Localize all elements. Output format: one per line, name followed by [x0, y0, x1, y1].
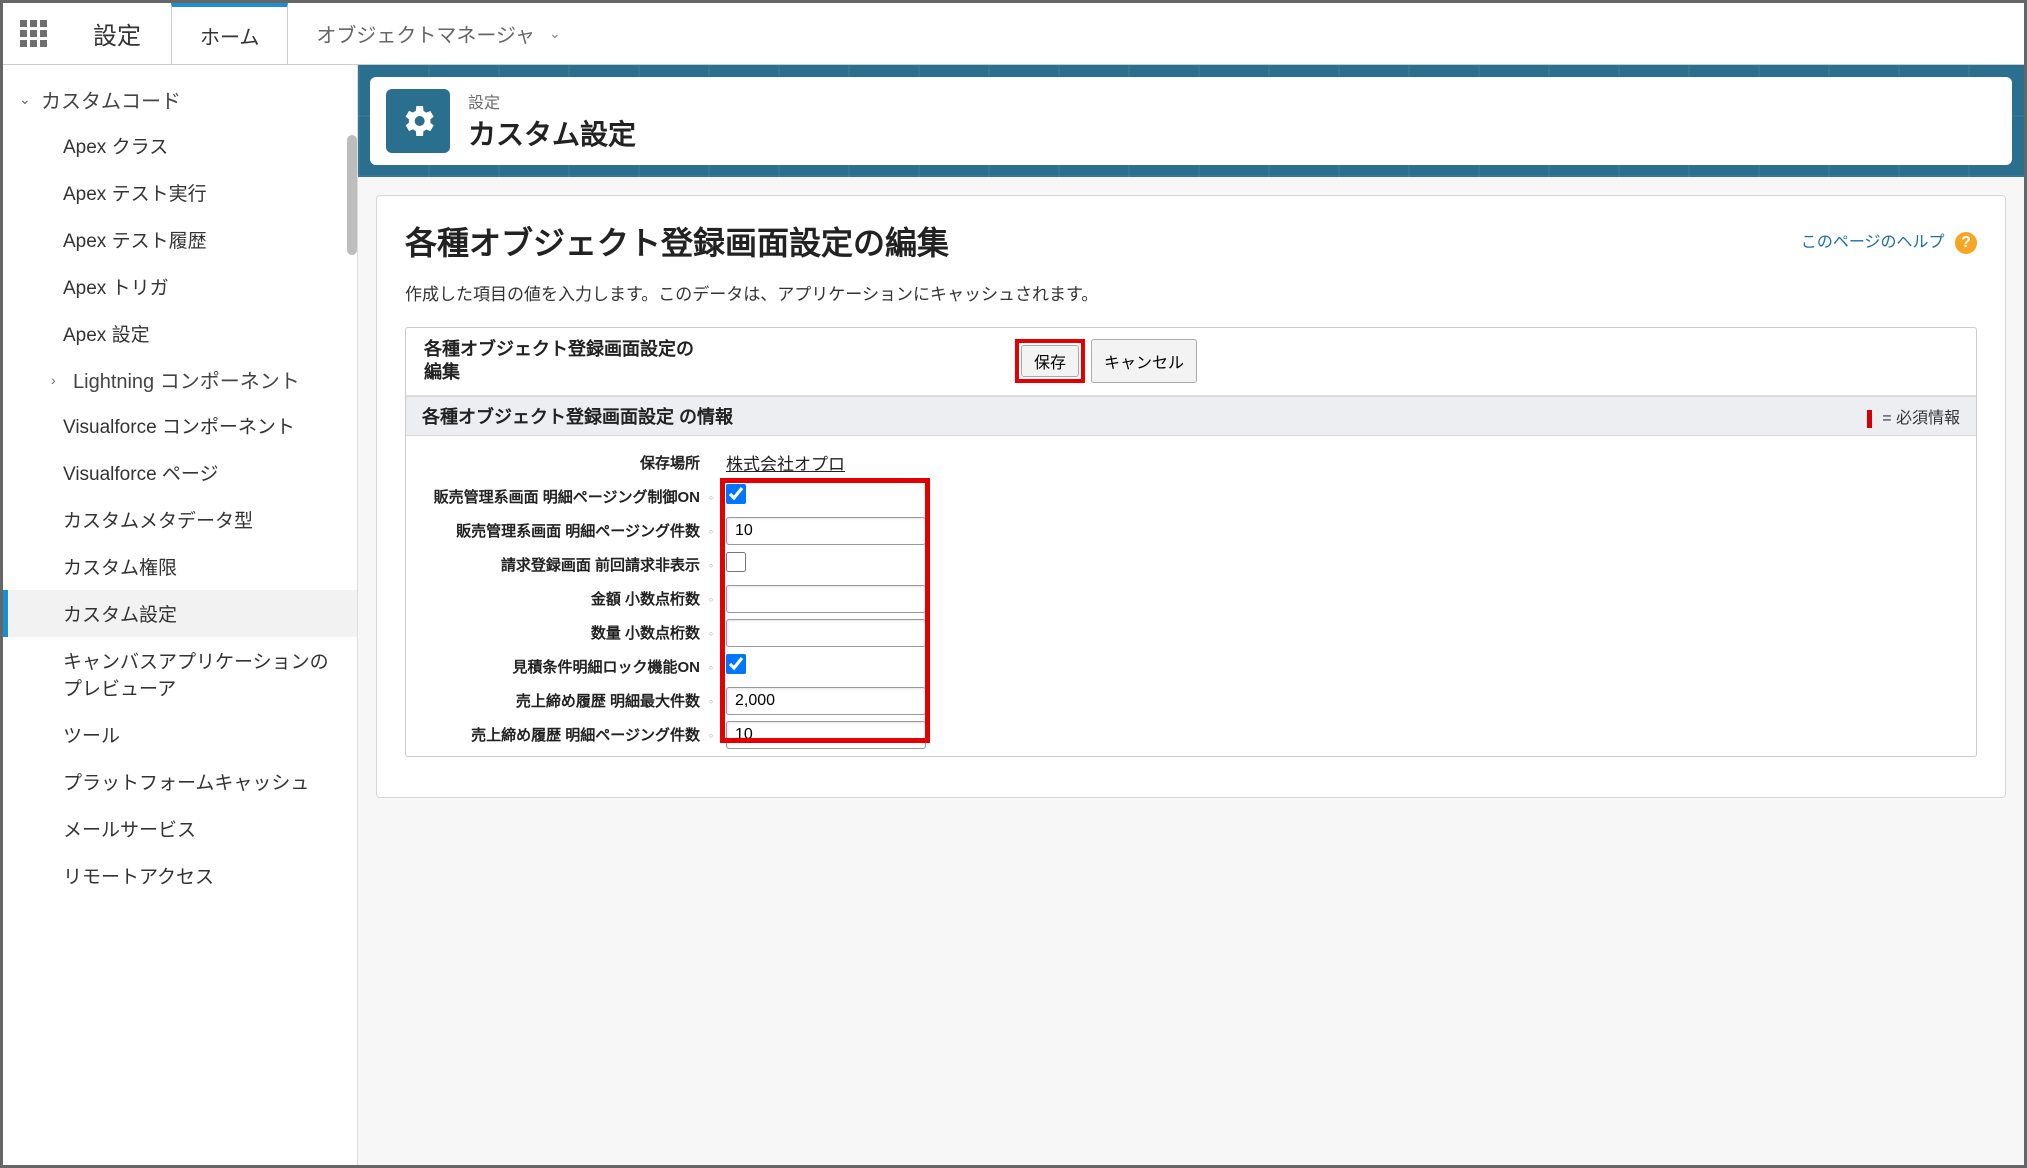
help-icon[interactable]: ◦ — [704, 489, 718, 505]
cancel-button[interactable]: キャンセル — [1091, 339, 1197, 383]
help-link-text: このページのヘルプ — [1801, 234, 1945, 251]
row-hide-prev: 請求登録画面 前回請求非表示 ◦ — [424, 548, 1958, 582]
block-title: 各種オブジェクト登録画面設定の編集 — [424, 338, 704, 385]
row-location: 保存場所 株式会社オプロ — [424, 446, 1958, 480]
label-paging-on: 販売管理系画面 明細ページング制御ON — [424, 486, 704, 507]
help-icon[interactable]: ◦ — [704, 591, 718, 607]
breadcrumb: 設定 — [468, 89, 636, 113]
sidebar-item-custom-permission[interactable]: カスタム権限 — [3, 543, 357, 590]
value-location: 株式会社オプロ — [726, 455, 845, 474]
body-panel: このページのヘルプ ? 各種オブジェクト登録画面設定の編集 作成した項目の値を入… — [376, 195, 2006, 798]
section-header: 各種オブジェクト登録画面設定 の情報 = 必須情報 — [406, 396, 1976, 436]
sidebar-item-canvas-preview[interactable]: キャンバスアプリケーションのプレビューア — [3, 637, 357, 711]
sidebar-item-apex-trigger[interactable]: Apex トリガ — [3, 263, 357, 310]
help-icon[interactable]: ◦ — [704, 523, 718, 539]
main-content: 設定 カスタム設定 このページのヘルプ ? 各種オブジェクト登録画面設定の編集 … — [358, 65, 2024, 1165]
input-sales-paging[interactable] — [726, 721, 926, 749]
required-legend: = 必須情報 — [1867, 404, 1960, 428]
chevron-right-icon: › — [51, 372, 73, 388]
required-text: = 必須情報 — [1882, 410, 1960, 427]
sidebar-item-tool[interactable]: ツール — [3, 711, 357, 758]
global-header: 設定 ホーム オブジェクトマネージャ ⌄ — [3, 3, 2024, 65]
highlight-save: 保存 — [1015, 339, 1085, 383]
tab-object-manager-label: オブジェクトマネージャ — [316, 19, 535, 48]
required-bar-icon — [1867, 410, 1872, 428]
sidebar-item-custom-metadata[interactable]: カスタムメタデータ型 — [3, 496, 357, 543]
row-lock-on: 見積条件明細ロック機能ON ◦ — [424, 650, 1958, 684]
sidebar-item-remote-access[interactable]: リモートアクセス — [3, 852, 357, 899]
sidebar-group-label: カスタムコード — [41, 85, 181, 114]
label-hide-prev: 請求登録画面 前回請求非表示 — [424, 554, 704, 575]
sidebar-item-vf-component[interactable]: Visualforce コンポーネント — [3, 402, 357, 449]
checkbox-hide-prev[interactable] — [726, 552, 746, 572]
sidebar-item-apex-test-run[interactable]: Apex テスト実行 — [3, 169, 357, 216]
chevron-down-icon: ⌄ — [19, 91, 41, 108]
input-amount-dec[interactable] — [726, 585, 926, 613]
row-sales-paging: 売上締め履歴 明細ページング件数 ◦ — [424, 718, 1958, 752]
question-icon: ? — [1955, 232, 1977, 254]
sidebar-item-apex-test-history[interactable]: Apex テスト履歴 — [3, 216, 357, 263]
help-link[interactable]: このページのヘルプ ? — [1801, 228, 1977, 254]
input-qty-dec[interactable] — [726, 619, 926, 647]
sidebar-subgroup-label: Lightning コンポーネント — [73, 365, 300, 394]
header-band: 設定 カスタム設定 — [358, 65, 2024, 177]
edit-block: 各種オブジェクト登録画面設定の編集 保存 キャンセル 各種オブジェクト登録画面設… — [405, 327, 1977, 757]
sidebar-item-platform-cache[interactable]: プラットフォームキャッシュ — [3, 758, 357, 805]
global-title: 設定 — [63, 3, 171, 64]
form-body: 保存場所 株式会社オプロ 販売管理系画面 明細ページング制御ON ◦ 販売管理系… — [406, 436, 1976, 756]
label-sales-paging: 売上締め履歴 明細ページング件数 — [424, 724, 704, 745]
checkbox-lock-on[interactable] — [726, 654, 746, 674]
tab-object-manager[interactable]: オブジェクトマネージャ ⌄ — [288, 3, 589, 64]
row-paging-count: 販売管理系画面 明細ページング件数 ◦ — [424, 514, 1958, 548]
row-sales-max: 売上締め履歴 明細最大件数 ◦ — [424, 684, 1958, 718]
sidebar-item-apex-class[interactable]: Apex クラス — [3, 122, 357, 169]
block-header: 各種オブジェクト登録画面設定の編集 保存 キャンセル — [406, 328, 1976, 396]
page-title: カスタム設定 — [468, 113, 636, 153]
help-icon[interactable]: ◦ — [704, 557, 718, 573]
sidebar-item-custom-settings[interactable]: カスタム設定 — [3, 590, 357, 637]
page-heading: 各種オブジェクト登録画面設定の編集 — [405, 218, 1977, 264]
gear-icon — [386, 89, 450, 153]
help-icon[interactable]: ◦ — [704, 625, 718, 641]
checkbox-paging-on[interactable] — [726, 484, 746, 504]
label-location: 保存場所 — [424, 452, 704, 473]
tab-home[interactable]: ホーム — [171, 3, 288, 64]
row-qty-dec: 数量 小数点桁数 ◦ — [424, 616, 1958, 650]
save-button[interactable]: 保存 — [1021, 345, 1079, 377]
label-amount-dec: 金額 小数点桁数 — [424, 588, 704, 609]
sidebar-scrollbar[interactable] — [347, 135, 357, 255]
help-icon[interactable]: ◦ — [704, 693, 718, 709]
section-title: 各種オブジェクト登録画面設定 の情報 — [422, 403, 733, 429]
header-card: 設定 カスタム設定 — [370, 77, 2012, 165]
row-paging-on: 販売管理系画面 明細ページング制御ON ◦ — [424, 480, 1958, 514]
sidebar-item-mail-service[interactable]: メールサービス — [3, 805, 357, 852]
sidebar-group-customcode[interactable]: ⌄ カスタムコード — [3, 77, 357, 122]
label-qty-dec: 数量 小数点桁数 — [424, 622, 704, 643]
label-lock-on: 見積条件明細ロック機能ON — [424, 656, 704, 677]
chevron-down-icon: ⌄ — [549, 25, 561, 42]
sidebar-item-apex-settings[interactable]: Apex 設定 — [3, 310, 357, 357]
page-description: 作成した項目の値を入力します。このデータは、アプリケーションにキャッシュされます… — [405, 280, 1977, 305]
header-text: 設定 カスタム設定 — [468, 89, 636, 153]
input-sales-max[interactable] — [726, 687, 926, 715]
sidebar-item-vf-page[interactable]: Visualforce ページ — [3, 449, 357, 496]
label-sales-max: 売上締め履歴 明細最大件数 — [424, 690, 704, 711]
button-row: 保存 キャンセル — [1015, 339, 1197, 383]
row-amount-dec: 金額 小数点桁数 ◦ — [424, 582, 1958, 616]
input-paging-count[interactable] — [726, 517, 926, 545]
help-icon[interactable]: ◦ — [704, 659, 718, 675]
app-launcher-icon[interactable] — [3, 3, 63, 64]
label-paging-count: 販売管理系画面 明細ページング件数 — [424, 520, 704, 541]
sidebar-group-lightning[interactable]: › Lightning コンポーネント — [3, 357, 357, 402]
sidebar: ⌄ カスタムコード Apex クラス Apex テスト実行 Apex テスト履歴… — [3, 65, 358, 1165]
help-icon[interactable]: ◦ — [704, 727, 718, 743]
